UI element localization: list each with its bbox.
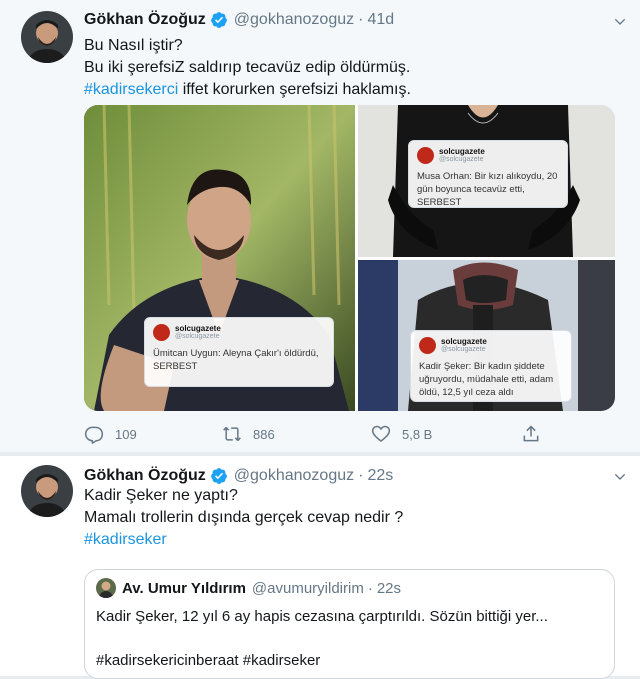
quoted-tweet[interactable]: Av. Umur Yıldırım @avumuryildirim · 22s … <box>84 569 615 679</box>
card-user: solcugazete <box>175 324 221 333</box>
retweet-icon <box>223 426 241 442</box>
author-handle[interactable]: @gokhanozoguz <box>234 11 354 29</box>
tweet-1[interactable]: Gökhan Özoğuz @gokhanozoguz · 41d Bu Nas… <box>0 0 640 452</box>
tweet-header: Gökhan Özoğuz @gokhanozoguz · 41d <box>84 11 394 29</box>
tweet-actions: 109 886 5,8 B <box>84 421 615 447</box>
separator: · <box>367 579 373 597</box>
share-icon <box>523 425 539 442</box>
tweet-text-line: Mamalı trollerin dışında gerçek cevap ne… <box>84 509 404 526</box>
tweet-text-rest: iffet korurken şerefsizi haklamış. <box>178 81 411 98</box>
card-handle: @solcugazete <box>175 333 220 340</box>
tweet-text-line: #kadirseker <box>84 529 403 551</box>
verified-badge-icon <box>210 12 227 28</box>
embedded-tweet-card: solcugazete @solcugazete Kadir Şeker: Bi… <box>410 330 572 402</box>
card-handle: @solcugazete <box>439 156 484 163</box>
chevron-down-icon[interactable] <box>612 469 628 485</box>
media-image-3[interactable]: solcugazete @solcugazete Kadir Şeker: Bi… <box>358 260 615 411</box>
card-text: Musa Orhan: Bir kızı alıkoydu, 20 gün bo… <box>417 171 558 208</box>
embedded-tweet-card: solcugazete @solcugazete Musa Orhan: Bir… <box>408 140 568 208</box>
reply-button[interactable]: 109 <box>84 421 137 447</box>
quoted-avatar <box>96 578 116 598</box>
like-button[interactable]: 5,8 B <box>371 421 432 447</box>
hashtag-link[interactable]: #kadirsekerci <box>84 81 178 98</box>
timestamp[interactable]: 41d <box>367 11 394 29</box>
avatar-image <box>21 11 73 63</box>
tweet-text-line: Kadir Şeker ne yaptı? <box>84 487 238 504</box>
card-logo-icon <box>419 337 436 354</box>
like-icon <box>371 425 391 443</box>
chevron-down-icon[interactable] <box>612 14 628 30</box>
author-name[interactable]: Gökhan Özoğuz <box>84 467 206 485</box>
quoted-timestamp: 22s <box>376 579 402 597</box>
media-image-2[interactable]: solcugazete @solcugazete Musa Orhan: Bir… <box>358 105 615 257</box>
avatar[interactable] <box>21 11 73 63</box>
reply-icon <box>84 426 104 444</box>
hashtag-link[interactable]: #kadirseker <box>84 531 167 548</box>
tweet-text-line: Bu Nasıl iştir? <box>84 37 183 54</box>
card-handle: @solcugazete <box>441 346 486 353</box>
card-text: Ümitcan Uygun: Aleyna Çakır'ı öldürdü, S… <box>153 348 319 372</box>
like-count: 5,8 B <box>402 426 433 442</box>
author-handle[interactable]: @gokhanozoguz <box>234 467 354 485</box>
embedded-tweet-card: solcugazete @solcugazete Ümitcan Uygun: … <box>144 317 334 387</box>
quoted-text: Kadir Şeker, 12 yıl 6 ay hapis cezasına … <box>96 608 548 625</box>
verified-badge-icon <box>210 468 227 484</box>
card-user: solcugazete <box>439 147 485 156</box>
share-button[interactable] <box>521 421 552 447</box>
separator: · <box>358 11 364 28</box>
avatar-image <box>21 465 73 517</box>
quoted-author-handle: @avumuryildirim <box>251 579 364 597</box>
tweet-text-line: Bu iki şerefsiZ saldırıp tecavüz edip öl… <box>84 59 411 76</box>
tweet-text: Bu Nasıl iştir? Bu iki şerefsiZ saldırıp… <box>84 35 411 101</box>
media-image-1[interactable]: solcugazete @solcugazete Ümitcan Uygun: … <box>84 105 355 411</box>
card-user: solcugazete <box>441 337 487 346</box>
card-logo-icon <box>417 147 434 164</box>
quoted-hashtags: #kadirsekericinberaat #kadirseker <box>96 652 321 669</box>
tweet-header: Gökhan Özoğuz @gokhanozoguz · 22s <box>84 467 393 485</box>
quoted-author-name: Av. Umur Yıldırım <box>122 579 246 597</box>
separator: · <box>358 467 364 484</box>
timestamp[interactable]: 22s <box>367 467 393 485</box>
media-grid[interactable]: solcugazete @solcugazete Ümitcan Uygun: … <box>84 105 615 411</box>
retweet-button[interactable]: 886 <box>222 421 275 447</box>
quoted-tweet-header: Av. Umur Yıldırım @avumuryildirim · 22s <box>96 578 401 598</box>
retweet-count: 886 <box>253 426 275 442</box>
avatar[interactable] <box>21 465 73 517</box>
tweet-text-line: #kadirsekerci iffet korurken şerefsizi h… <box>84 79 411 101</box>
card-logo-icon <box>153 324 170 341</box>
tweet-text: Kadir Şeker ne yaptı? Mamalı trollerin d… <box>84 485 403 551</box>
reply-count: 109 <box>115 426 137 442</box>
card-text: Kadir Şeker: Bir kadın şiddete uğruyordu… <box>419 361 554 398</box>
author-name[interactable]: Gökhan Özoğuz <box>84 11 206 29</box>
tweet-2[interactable]: Gökhan Özoğuz @gokhanozoguz · 22s Kadir … <box>0 456 640 679</box>
